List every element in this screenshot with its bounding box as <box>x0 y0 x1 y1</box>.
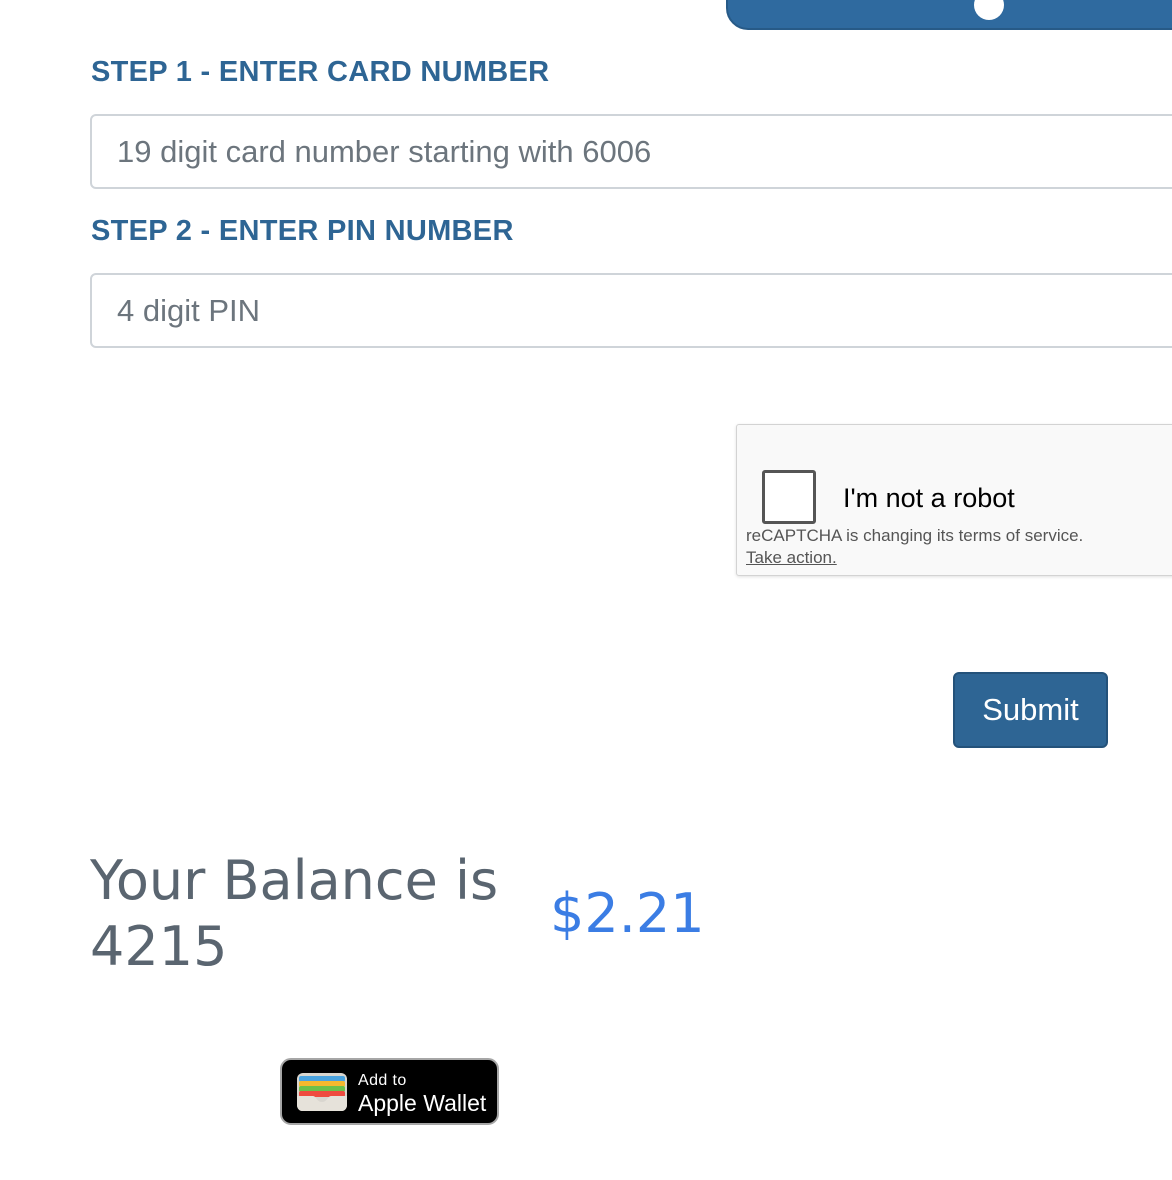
recaptcha-terms-text: reCAPTCHA is changing its terms of servi… <box>746 526 1084 545</box>
recaptcha-widget: I'm not a robot reCAPTCHA is changing it… <box>736 424 1172 576</box>
pin-number-input[interactable] <box>90 273 1172 348</box>
step2-label: STEP 2 - ENTER PIN NUMBER <box>91 215 514 247</box>
wallet-icon <box>297 1073 347 1111</box>
submit-button[interactable]: Submit <box>953 672 1108 748</box>
recaptcha-checkbox[interactable] <box>762 470 816 524</box>
wallet-small-text: Add to <box>358 1072 407 1089</box>
balance-amount: $2.21 <box>550 882 705 945</box>
recaptcha-take-action-link[interactable]: Take action. <box>746 548 837 568</box>
card-number-input[interactable] <box>90 114 1172 189</box>
recaptcha-label: I'm not a robot <box>843 483 1015 513</box>
balance-label: Your Balance is 4215 <box>90 849 499 978</box>
add-to-apple-wallet-button[interactable]: Add to Apple Wallet <box>280 1058 499 1125</box>
top-banner-button[interactable] <box>726 0 1172 30</box>
step1-label: STEP 1 - ENTER CARD NUMBER <box>91 56 550 88</box>
banner-dot-icon <box>974 0 1004 20</box>
wallet-large-text: Apple Wallet <box>358 1090 487 1116</box>
